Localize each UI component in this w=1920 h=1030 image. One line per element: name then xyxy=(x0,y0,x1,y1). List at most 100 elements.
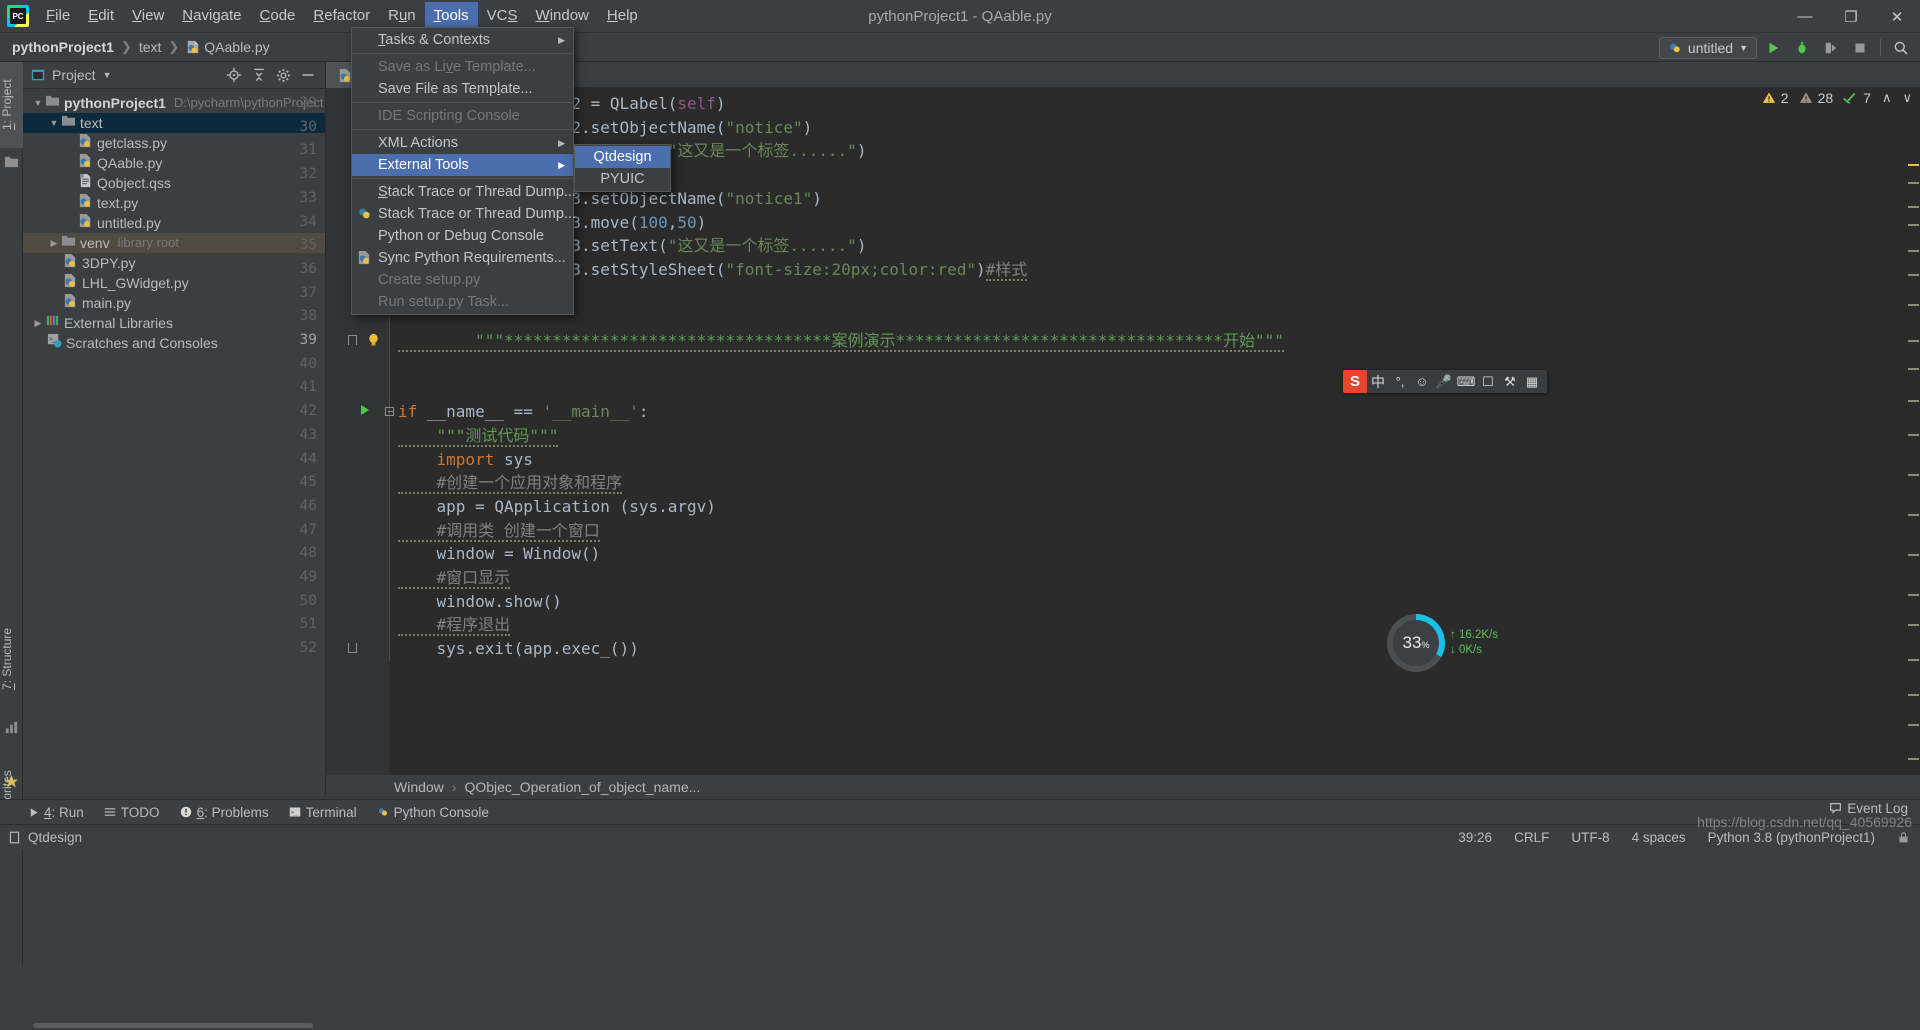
member-breadcrumb-member[interactable]: QObjec_Operation_of_object_name... xyxy=(464,779,700,795)
previous-highlight-button[interactable]: ∧ xyxy=(1882,90,1892,106)
scrollbar-marker-weak[interactable] xyxy=(1908,594,1919,596)
ime-punctuation-toggle[interactable]: °, xyxy=(1389,370,1411,393)
code-line[interactable]: """测试代码""" xyxy=(398,424,559,448)
sidebar-item-structure[interactable]: 7: Structure xyxy=(0,607,23,711)
keyboard-icon[interactable]: ⌨ xyxy=(1455,370,1477,393)
toolbar-right[interactable]: untitled ▼ xyxy=(1658,33,1914,62)
close-button[interactable]: ✕ xyxy=(1874,0,1920,33)
breadcrumb-folder[interactable]: text xyxy=(139,39,162,55)
emoji-icon[interactable]: ☺ xyxy=(1411,370,1433,393)
breadcrumb-file[interactable]: QAable.py xyxy=(186,39,270,55)
window-controls[interactable]: — ❐ ✕ xyxy=(1782,0,1920,33)
fold-marker-icon[interactable] xyxy=(348,335,357,345)
file-encoding[interactable]: UTF-8 xyxy=(1571,830,1609,845)
bottom-tab-todo[interactable]: TODO xyxy=(104,805,160,820)
tree-item-qaable[interactable]: QAable.py xyxy=(23,153,325,173)
hide-icon[interactable] xyxy=(300,67,316,83)
scrollbar-marker-weak[interactable] xyxy=(1908,694,1919,696)
chevron-down-icon[interactable]: ▼ xyxy=(31,93,45,113)
code-line[interactable]: import sys xyxy=(398,448,533,472)
menu-item-tasks-and-contexts[interactable]: Tasks & Contexts ▶ xyxy=(352,29,573,51)
bottom-tool-bar[interactable]: 4: Run TODO 6: Problems >_ Terminal Pyth… xyxy=(0,799,1920,824)
scrollbar-marker-weak[interactable] xyxy=(1908,724,1919,726)
code-line[interactable]: """**********************************案例演… xyxy=(398,329,1284,353)
scrollbar-marker-weak[interactable] xyxy=(1908,224,1919,226)
tree-item-external-libraries[interactable]: ▶ External Libraries xyxy=(23,313,325,333)
scrollbar-marker-weak[interactable] xyxy=(1908,274,1919,276)
apps-icon[interactable]: ▦ xyxy=(1521,370,1543,393)
submenu-item-pyuic[interactable]: PYUIC xyxy=(575,168,670,190)
bottom-tab-run[interactable]: 4: Run xyxy=(28,805,84,820)
ime-language-toggle[interactable]: 中 xyxy=(1367,370,1389,393)
scrollbar-marker-weak[interactable] xyxy=(1908,434,1919,436)
run-configuration-selector[interactable]: untitled ▼ xyxy=(1658,36,1757,59)
run-button[interactable] xyxy=(1760,36,1786,60)
code-line[interactable]: window = Window() xyxy=(398,542,601,566)
menu-vcs[interactable]: VCS xyxy=(478,2,527,30)
submenu-item-qtdesign[interactable]: Qtdesign xyxy=(575,146,670,168)
lock-icon[interactable] xyxy=(1897,831,1910,844)
tree-item-getclass[interactable]: getclass.py xyxy=(23,133,325,153)
tree-item-qobject-qss[interactable]: Qobject.qss xyxy=(23,173,325,193)
status-bar[interactable]: Qtdesign 39:26 CRLF UTF-8 4 spaces Pytho… xyxy=(0,824,1920,850)
code-line[interactable]: #调用类 创建一个窗口 xyxy=(398,519,600,543)
menu-item-xml-actions[interactable]: XML Actions ▶ xyxy=(352,132,573,154)
editor-scrollbar[interactable] xyxy=(1907,154,1920,795)
chevron-right-icon[interactable]: ▶ xyxy=(47,233,61,253)
tools-menu-popup[interactable]: Tasks & Contexts ▶ Save as Live Template.… xyxy=(351,27,576,315)
scrollbar-marker-weak[interactable] xyxy=(1908,758,1919,760)
mic-icon[interactable]: 🎤 xyxy=(1433,370,1455,393)
code-line[interactable]: if __name__ == '__main__': xyxy=(398,400,648,424)
menu-item-external-tools[interactable]: External Tools ▶ xyxy=(352,154,573,176)
toolbox-icon[interactable]: ⚒ xyxy=(1499,370,1521,393)
scrollbar-marker-weak[interactable] xyxy=(1908,659,1919,661)
tree-item-3dpy[interactable]: 3DPY.py xyxy=(23,253,325,273)
line-separator[interactable]: CRLF xyxy=(1514,830,1549,845)
tree-item-untitled-py[interactable]: untitled.py xyxy=(23,213,325,233)
chevron-down-icon[interactable]: ▼ xyxy=(103,70,112,80)
project-tree[interactable]: ▼ pythonProject1 D:\pycharm\pythonProjec… xyxy=(23,89,325,353)
collapse-all-icon[interactable] xyxy=(251,67,267,83)
code-line[interactable]: window.show() xyxy=(398,590,562,614)
fold-end-marker-icon[interactable] xyxy=(348,643,357,654)
scrollbar-marker-weak[interactable] xyxy=(1908,340,1919,342)
network-speed-widget[interactable]: 33% ↑ 16.2K/s ↓ 0K/s xyxy=(1387,612,1507,674)
member-breadcrumb-scope[interactable]: Window xyxy=(394,779,444,795)
bottom-tab-python-console[interactable]: Python Console xyxy=(377,805,489,820)
external-tools-submenu[interactable]: Qtdesign PYUIC xyxy=(574,144,671,192)
chevron-right-icon[interactable]: ▶ xyxy=(31,313,45,333)
tree-item-scratches-and-consoles[interactable]: >_ Scratches and Consoles xyxy=(23,333,325,353)
inspection-widget[interactable]: 2 28 7 ∧ ∨ xyxy=(1762,90,1912,106)
stop-button[interactable] xyxy=(1847,36,1873,60)
next-highlight-button[interactable]: ∨ xyxy=(1902,90,1912,106)
scrollbar-marker-weak[interactable] xyxy=(1908,400,1919,402)
intention-bulb-icon[interactable] xyxy=(367,333,380,348)
member-breadcrumb[interactable]: Window › QObjec_Operation_of_object_name… xyxy=(326,775,1920,799)
scrollbar-marker-weak[interactable] xyxy=(1908,368,1919,370)
screenshot-icon[interactable]: ☐ xyxy=(1477,370,1499,393)
minimize-button[interactable]: — xyxy=(1782,0,1828,33)
scrollbar-marker-weak[interactable] xyxy=(1908,554,1919,556)
settings-gear-icon[interactable] xyxy=(276,68,291,83)
menu-item-stack-trace-or-thread-dump[interactable]: Stack Trace or Thread Dump... xyxy=(352,181,576,203)
breadcrumb-project[interactable]: pythonProject1 xyxy=(12,39,114,55)
scrollbar-marker-weak[interactable] xyxy=(1908,304,1919,306)
code-line[interactable]: #程序退出 xyxy=(398,613,511,637)
chevron-down-icon[interactable]: ▼ xyxy=(47,113,61,133)
menu-item-create-setup-py[interactable]: Sync Python Requirements... xyxy=(352,247,573,269)
scrollbar-marker-weak[interactable] xyxy=(1908,182,1919,184)
menu-item-python-or-debug-console[interactable]: Stack Trace or Thread Dump... xyxy=(352,203,576,225)
code-line[interactable]: #创建一个应用对象和程序 xyxy=(398,471,623,495)
menu-window[interactable]: Window xyxy=(527,2,598,30)
scrollbar-marker-weak[interactable] xyxy=(1908,474,1919,476)
caret-position[interactable]: 39:26 xyxy=(1458,830,1492,845)
code-line[interactable]: #窗口显示 xyxy=(398,566,511,590)
code-line[interactable]: app = QApplication (sys.argv) xyxy=(398,495,716,519)
python-interpreter[interactable]: Python 3.8 (pythonProject1) xyxy=(1708,830,1875,845)
menu-run[interactable]: Run xyxy=(379,2,425,30)
ime-toolbar[interactable]: S 中 °, ☺ 🎤 ⌨ ☐ ⚒ ▦ xyxy=(1343,370,1547,393)
scrollbar-marker-weak[interactable] xyxy=(1908,250,1919,252)
scrollbar-marker-weak[interactable] xyxy=(1908,206,1919,208)
tree-item-text-py[interactable]: text.py xyxy=(23,193,325,213)
menu-item-save-file-as-template[interactable]: Save File as Template... xyxy=(352,78,573,100)
